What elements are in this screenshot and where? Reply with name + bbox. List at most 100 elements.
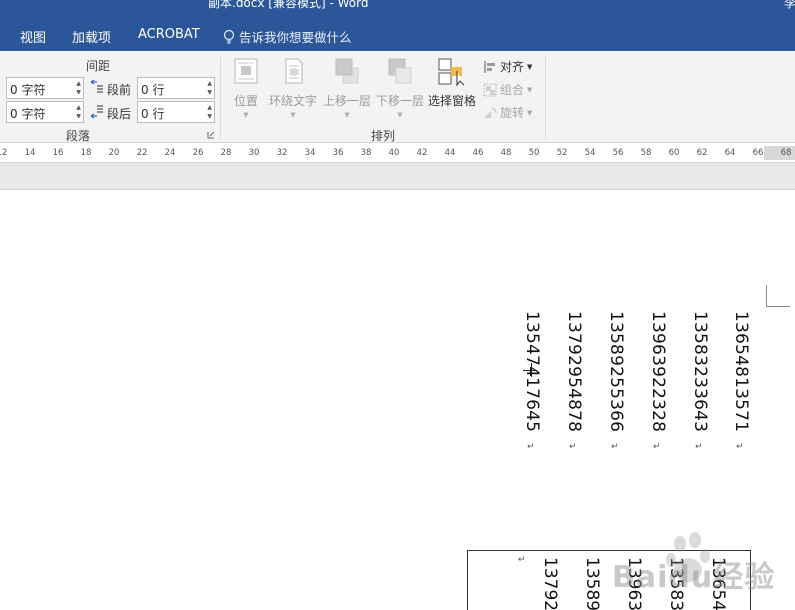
group-icon bbox=[483, 83, 497, 96]
indent-right-spinner[interactable]: 0 字符 ▲ ▼ bbox=[6, 101, 84, 123]
ruler-tick-label: 20 bbox=[108, 148, 120, 158]
rotate-button[interactable]: 旋转 ▼ bbox=[483, 104, 532, 121]
number-text: 13963922328 bbox=[648, 311, 668, 433]
send-backward-label: 下移一层 bbox=[375, 94, 424, 108]
ruler-tick-label: 24 bbox=[164, 148, 176, 158]
ruler-tick-label: 46 bbox=[472, 148, 484, 158]
vertical-number-6[interactable]: 13654813571 ↵ bbox=[731, 311, 753, 461]
spinner-arrows-icon[interactable]: ▲ ▼ bbox=[76, 79, 81, 97]
paragraph-group-label: 段落 bbox=[66, 129, 91, 143]
wrap-text-button[interactable]: 环绕文字 ▼ bbox=[268, 57, 318, 119]
ruler-tick-label: 56 bbox=[612, 148, 624, 158]
vertical-number-4[interactable]: 13963922328 ↵ bbox=[648, 311, 670, 461]
position-button[interactable]: 位置 ▼ bbox=[232, 57, 260, 119]
selection-pane-button[interactable]: 选择窗格 bbox=[428, 57, 476, 109]
tab-addins[interactable]: 加载项 bbox=[72, 27, 111, 46]
chevron-down-icon: ▼ bbox=[527, 62, 533, 71]
ruler-tick-label: 58 bbox=[640, 148, 652, 158]
chevron-down-icon: ▼ bbox=[243, 111, 249, 119]
group-objects-button[interactable]: 组合 ▼ bbox=[483, 81, 532, 98]
send-backward-icon bbox=[388, 58, 412, 84]
ribbon-tabs: 视图 加载项 ACROBAT 告诉我你想要做什么 bbox=[0, 20, 795, 51]
ruler-tick-label: 26 bbox=[192, 148, 204, 158]
ruler-tick-label: 62 bbox=[696, 148, 708, 158]
spacing-after-value: 0 行 bbox=[141, 107, 165, 121]
ruler-tick-label: 68 bbox=[780, 148, 792, 158]
ruler-tick-label: 32 bbox=[276, 148, 288, 158]
indent-right-value: 0 字符 bbox=[10, 107, 46, 121]
spinner-arrows-icon[interactable]: ▲ ▼ bbox=[207, 79, 212, 97]
spacing-after-spinner[interactable]: 0 行 ▲ ▼ bbox=[137, 101, 215, 123]
group-separator bbox=[220, 57, 221, 139]
spacing-before-label: 段前 bbox=[107, 83, 132, 97]
bring-forward-label: 上移一层 bbox=[322, 94, 371, 108]
align-icon bbox=[484, 60, 495, 73]
chevron-down-icon: ▼ bbox=[527, 85, 533, 94]
vertical-number-2[interactable]: 13792954878 ↵ bbox=[564, 311, 586, 461]
ruler-tick-label: 44 bbox=[444, 148, 456, 158]
dialog-launcher-icon[interactable] bbox=[207, 131, 215, 139]
user-name[interactable]: 李 bbox=[784, 0, 795, 11]
tell-me-search[interactable]: 告诉我你想要做什么 bbox=[223, 27, 352, 46]
wrap-text-icon bbox=[285, 58, 303, 84]
ruler-tick-label: 60 bbox=[668, 148, 680, 158]
vertical-number-1[interactable]: 13547417645 ↵ bbox=[522, 311, 544, 461]
position-icon bbox=[234, 58, 258, 84]
window-title: 副本.docx [兼容模式] - Word bbox=[208, 0, 369, 10]
text-cursor bbox=[531, 363, 532, 377]
ruler-tick-label: 34 bbox=[304, 148, 316, 158]
arrange-group-label: 排列 bbox=[371, 129, 396, 143]
indent-left-value: 0 字符 bbox=[10, 83, 46, 97]
spinner-arrows-icon[interactable]: ▲ ▼ bbox=[76, 103, 81, 121]
rotate-label: 旋转 bbox=[500, 106, 525, 120]
indent-left-spinner[interactable]: 0 字符 ▲ ▼ bbox=[6, 77, 84, 99]
paragraph-mark: ↵ bbox=[736, 442, 744, 452]
horizontal-ruler[interactable]: 12 14 16 18 20 22 24 26 28 30 32 34 36 38 40 42 44 46 48 50… bbox=[0, 143, 795, 163]
chevron-down-icon: ▼ bbox=[290, 111, 296, 119]
ruler-tick-label: 48 bbox=[500, 148, 512, 158]
watermark-text: Baidu经验 bbox=[612, 560, 776, 595]
ruler-tick-label: 18 bbox=[80, 148, 92, 158]
align-button[interactable]: 对齐 ▼ bbox=[483, 58, 532, 75]
ruler-tick-label: 42 bbox=[416, 148, 428, 158]
ruler-tick-label: 40 bbox=[388, 148, 400, 158]
ruler-tick-label: 36 bbox=[332, 148, 344, 158]
bring-forward-button[interactable]: 上移一层 ▼ bbox=[322, 57, 372, 119]
vertical-number-5[interactable]: 13583233643 ↵ bbox=[690, 311, 712, 461]
paragraph-mark: ↵ bbox=[569, 442, 577, 452]
ruler-tick-label: 54 bbox=[584, 148, 596, 158]
ruler-tick-label: 38 bbox=[360, 148, 372, 158]
chevron-down-icon: ▼ bbox=[527, 108, 533, 117]
paragraph-mark: ↵ bbox=[611, 442, 619, 452]
spacing-before-spinner[interactable]: 0 行 ▲ ▼ bbox=[137, 77, 215, 99]
tab-view[interactable]: 视图 bbox=[20, 27, 46, 46]
paragraph-mark: ↵ bbox=[695, 442, 703, 452]
ruler-tick-label: 16 bbox=[52, 148, 64, 158]
vertical-number-3[interactable]: 13589255366 ↵ bbox=[606, 311, 628, 461]
ruler-tick-label: 52 bbox=[556, 148, 568, 158]
ruler-tick-label: 14 bbox=[24, 148, 36, 158]
ruler-tick-label: 28 bbox=[220, 148, 232, 158]
spinner-arrows-icon[interactable]: ▲ ▼ bbox=[207, 103, 212, 121]
send-backward-button[interactable]: 下移一层 ▼ bbox=[375, 57, 425, 119]
spacing-header: 间距 bbox=[86, 59, 111, 73]
group-label: 组合 bbox=[500, 83, 525, 97]
ruler-tick-label: 12 bbox=[0, 148, 8, 158]
margin-corner-mark bbox=[766, 285, 790, 307]
paragraph-mark: ↵ bbox=[527, 442, 535, 452]
chevron-down-icon: ▼ bbox=[397, 111, 403, 119]
align-label: 对齐 bbox=[500, 60, 525, 74]
tell-me-text: 告诉我你想要做什么 bbox=[239, 30, 352, 45]
rotate-icon bbox=[484, 107, 497, 118]
ruler-tick-label: 22 bbox=[136, 148, 148, 158]
spacing-after-label: 段后 bbox=[107, 107, 132, 121]
lightbulb-icon bbox=[223, 29, 235, 44]
textbox-number-1: 13792 bbox=[540, 557, 560, 610]
selection-pane-label: 选择窗格 bbox=[428, 94, 477, 108]
position-label: 位置 bbox=[233, 94, 258, 108]
number-text: 13547417645 bbox=[522, 311, 542, 433]
tab-acrobat[interactable]: ACROBAT bbox=[138, 27, 200, 42]
page-gap bbox=[0, 163, 795, 190]
spacing-before-value: 0 行 bbox=[141, 83, 165, 97]
title-bar: 副本.docx [兼容模式] - Word 李 bbox=[0, 0, 795, 20]
